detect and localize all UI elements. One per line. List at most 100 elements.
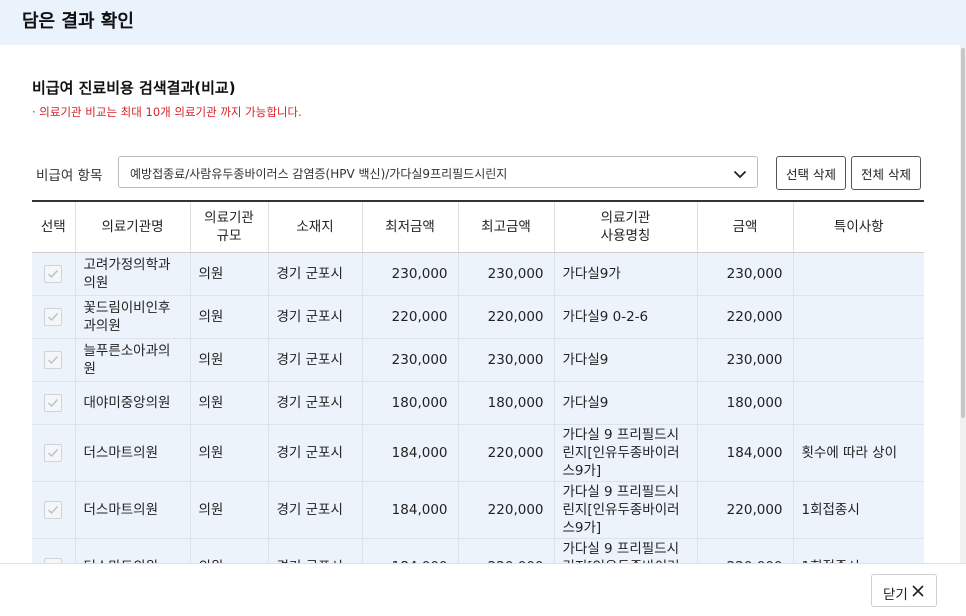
cell-max: 220,000 bbox=[458, 481, 555, 539]
row-checkbox[interactable] bbox=[44, 500, 63, 519]
check-icon bbox=[48, 448, 59, 457]
cell-alias: 가다실9 bbox=[554, 381, 698, 425]
cell-min: 230,000 bbox=[362, 338, 459, 382]
modal-header: 담은 결과 확인 bbox=[0, 0, 966, 45]
select-delete-button[interactable]: 선택 삭제 bbox=[776, 156, 846, 190]
cell-amount: 230,000 bbox=[697, 338, 794, 382]
cell-name: 더스마트의원 bbox=[75, 424, 191, 482]
check-icon bbox=[48, 505, 59, 514]
header-amount: 금액 bbox=[697, 200, 794, 253]
item-select-value: 예방접종료/사람유두종바이러스 감염증(HPV 백신)/가다실9프리필드시린지 bbox=[130, 167, 508, 181]
header-min: 최저금액 bbox=[362, 200, 459, 253]
item-select[interactable]: 예방접종료/사람유두종바이러스 감염증(HPV 백신)/가다실9프리필드시린지 bbox=[118, 156, 758, 188]
table-row: 더스마트의원의원경기 군포시184,000220,000가다실 9 프리필드시린… bbox=[32, 424, 924, 482]
close-button[interactable]: 닫기 bbox=[871, 574, 937, 607]
cell-location: 경기 군포시 bbox=[268, 481, 363, 539]
cell-alias: 가다실9 bbox=[554, 338, 698, 382]
check-icon bbox=[48, 269, 59, 278]
cell-name: 더스마트의원 bbox=[75, 538, 191, 563]
table-header-row: 선택 의료기관명 의료기관 규모 소재지 최저금액 최고금액 의료기관 사용명칭… bbox=[32, 200, 924, 253]
cell-location: 경기 군포시 bbox=[268, 338, 363, 382]
row-checkbox[interactable] bbox=[44, 264, 63, 283]
row-checkbox-cell bbox=[32, 295, 76, 339]
table-row: 꽃드림이비인후과의원 의원 경기 군포시 220,000 220,000 가다실9 0-2… bbox=[32, 295, 924, 339]
row-checkbox-cell bbox=[32, 538, 76, 563]
row-checkbox-cell bbox=[32, 424, 76, 482]
cell-size: 의원 bbox=[190, 381, 269, 425]
filter-label: 비급여 항목 bbox=[36, 168, 103, 184]
cell-amount: 230,000 bbox=[697, 252, 794, 296]
close-icon bbox=[912, 585, 924, 601]
cell-note: 1회접종시 bbox=[793, 538, 924, 563]
section-title: 비급여 진료비용 검색결과(비교) bbox=[32, 79, 236, 97]
cell-min: 184,000 bbox=[362, 481, 459, 539]
cell-note: 1회접종시 bbox=[793, 481, 924, 539]
cell-max: 220,000 bbox=[458, 424, 555, 482]
table-row: 늘푸른소아과의원 의원 경기 군포시 230,000 230,000 가다실9 230,00… bbox=[32, 338, 924, 382]
cell-note bbox=[793, 338, 924, 382]
cell-location: 경기 군포시 bbox=[268, 295, 363, 339]
cell-name: 늘푸른소아과의원 bbox=[75, 338, 191, 382]
cell-amount: 220,000 bbox=[697, 538, 794, 563]
cell-min: 180,000 bbox=[362, 381, 459, 425]
cell-alias: 가다실 9 프리필드시린지[인유두종바이러스9가] bbox=[554, 481, 698, 539]
cell-note bbox=[793, 252, 924, 296]
table-row: 더스마트의원의원경기 군포시184,000220,000가다실 9 프리필드시린… bbox=[32, 481, 924, 539]
row-checkbox[interactable] bbox=[44, 393, 63, 412]
cell-max: 230,000 bbox=[458, 252, 555, 296]
cell-size: 의원 bbox=[190, 481, 269, 539]
cell-amount: 180,000 bbox=[697, 381, 794, 425]
header-location: 소재지 bbox=[268, 200, 363, 253]
row-checkbox[interactable] bbox=[44, 350, 63, 369]
scrollbar-thumb[interactable] bbox=[961, 48, 965, 418]
cell-min: 184,000 bbox=[362, 424, 459, 482]
header-note: 특이사항 bbox=[793, 200, 924, 253]
cell-max: 180,000 bbox=[458, 381, 555, 425]
cell-name: 더스마트의원 bbox=[75, 481, 191, 539]
modal-title: 담은 결과 확인 bbox=[22, 11, 134, 32]
cell-min: 230,000 bbox=[362, 252, 459, 296]
cell-alias: 가다실 9 프리필드시린지[인유두종바이러스9가] bbox=[554, 424, 698, 482]
row-checkbox[interactable] bbox=[44, 443, 63, 462]
delete-all-button[interactable]: 전체 삭제 bbox=[851, 156, 921, 190]
table-row: 더스마트의원의원경기 군포시184,000220,000가다실 9 프리필드시린… bbox=[32, 538, 924, 563]
cell-max: 220,000 bbox=[458, 295, 555, 339]
cell-location: 경기 군포시 bbox=[268, 538, 363, 563]
cell-location: 경기 군포시 bbox=[268, 424, 363, 482]
header-name: 의료기관명 bbox=[75, 200, 191, 253]
cell-note bbox=[793, 295, 924, 339]
cell-max: 230,000 bbox=[458, 338, 555, 382]
cell-amount: 220,000 bbox=[697, 295, 794, 339]
table-row: 고려가정의학과의원 의원 경기 군포시 230,000 230,000 가다실9가 230,… bbox=[32, 252, 924, 296]
cell-max: 220,000 bbox=[458, 538, 555, 563]
modal-body: 비급여 진료비용 검색결과(비교) · 의료기관 비교는 최대 10개 의료기관… bbox=[0, 45, 966, 563]
cell-note: 횟수에 따라 상이 bbox=[793, 424, 924, 482]
cell-amount: 220,000 bbox=[697, 481, 794, 539]
header-select: 선택 bbox=[32, 200, 76, 253]
cell-size: 의원 bbox=[190, 252, 269, 296]
cell-size: 의원 bbox=[190, 538, 269, 563]
cell-alias: 가다실 9 프리필드시린지[인유두종바이러스9가] bbox=[554, 538, 698, 563]
cell-size: 의원 bbox=[190, 424, 269, 482]
header-size: 의료기관 규모 bbox=[190, 200, 269, 253]
chevron-down-icon bbox=[733, 166, 747, 180]
cell-location: 경기 군포시 bbox=[268, 252, 363, 296]
comparison-table: 선택 의료기관명 의료기관 규모 소재지 최저금액 최고금액 의료기관 사용명칭… bbox=[32, 200, 924, 563]
check-icon bbox=[48, 355, 59, 364]
cell-alias: 가다실9가 bbox=[554, 252, 698, 296]
row-checkbox-cell bbox=[32, 252, 76, 296]
cell-name: 꽃드림이비인후과의원 bbox=[75, 295, 191, 339]
row-checkbox-cell bbox=[32, 481, 76, 539]
check-icon bbox=[48, 398, 59, 407]
row-checkbox-cell bbox=[32, 338, 76, 382]
header-alias: 의료기관 사용명칭 bbox=[554, 200, 698, 253]
cell-name: 대야미중앙의원 bbox=[75, 381, 191, 425]
cell-min: 220,000 bbox=[362, 295, 459, 339]
row-checkbox-cell bbox=[32, 381, 76, 425]
cell-amount: 184,000 bbox=[697, 424, 794, 482]
cell-location: 경기 군포시 bbox=[268, 381, 363, 425]
cell-name: 고려가정의학과의원 bbox=[75, 252, 191, 296]
header-max: 최고금액 bbox=[458, 200, 555, 253]
row-checkbox[interactable] bbox=[44, 307, 63, 326]
table-row: 대야미중앙의원 의원 경기 군포시 180,000 180,000 가다실9 180,000 bbox=[32, 381, 924, 425]
